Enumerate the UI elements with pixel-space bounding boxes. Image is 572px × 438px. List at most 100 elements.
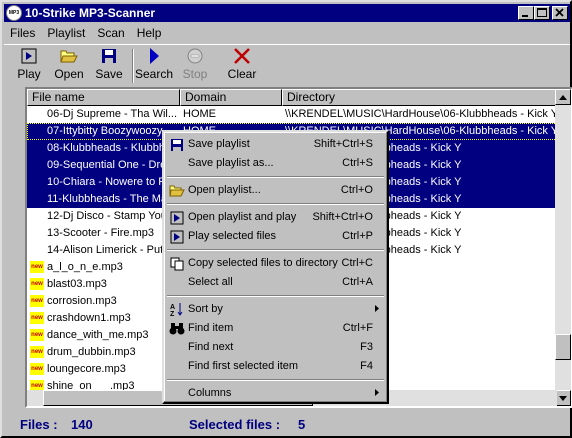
clear-button[interactable]: Clear [222,47,262,85]
menu-item-shortcut: Ctrl+C [341,257,373,269]
folder-open-icon [169,183,185,198]
open-play-icon [169,210,185,225]
stop-label: Stop [182,67,208,81]
file-name-text: drum_dubbin.mp3 [47,346,136,358]
column-header-domain[interactable]: Domain [180,89,282,106]
menu-item-find-item[interactable]: Find item Ctrl+F [166,319,385,338]
title-bar[interactable]: MP3 10-Strike MP3-Scanner [4,4,570,22]
file-name-cell: 10-Chiara - Nowere to R [30,174,180,191]
scroll-down-button[interactable] [555,390,571,406]
play-button[interactable]: Play [9,47,49,85]
menu-item-label: Open playlist... [188,184,261,196]
menu-item-copy-selected-files-to-directory[interactable]: Copy selected files to directory Ctrl+C [166,254,385,273]
menu-item-shortcut: Ctrl+S [342,157,373,169]
menu-item-open-playlist-and-play[interactable]: Open playlist and play Shift+Ctrl+O [166,208,385,227]
play-label: Play [17,67,41,81]
menu-item-label: Save playlist as... [188,157,274,169]
new-file-icon: new [30,295,44,308]
save-label: Save [95,67,123,81]
file-name-cell: new a_l_o_n_e.mp3 [30,259,180,276]
maximize-button[interactable] [534,6,550,20]
menu-playlist[interactable]: Playlist [41,26,91,40]
file-name-cell: new loungecore.mp3 [30,361,180,378]
copy-icon [169,256,185,271]
file-name-text: 12-Dj Disco - Stamp You [47,210,167,222]
vertical-scrollbar[interactable] [555,89,571,406]
new-file-icon: new [30,329,44,342]
file-name-cell: 07-Ittybitty Boozywoozy [30,123,180,140]
menu-item-play-selected-files[interactable]: Play selected files Ctrl+P [166,227,385,246]
menu-separator [167,249,384,251]
submenu-arrow-icon [375,384,379,403]
menu-item-sort-by[interactable]: A Z Sort by [166,300,385,319]
app-icon[interactable]: MP3 [6,5,22,21]
save-button[interactable]: Save [89,47,129,85]
floppy-icon [100,47,118,65]
menu-bar: Files Playlist Scan Help [4,23,570,42]
menu-item-label: Open playlist and play [188,211,297,223]
menu-separator [167,203,384,205]
file-name-text: 08-Klubbheads - Klubbh [47,142,166,154]
menu-item-save-playlist-as[interactable]: Save playlist as... Ctrl+S [166,154,385,173]
file-name-cell: 13-Scooter - Fire.mp3 [30,225,180,242]
svg-text:Z: Z [170,311,175,317]
file-name-text: 14-Alison Limerick - Put [47,244,164,256]
search-arrow-icon [145,47,163,65]
new-file-icon: new [30,363,44,376]
files-count-label: Files : [20,416,58,432]
menu-item-save-playlist[interactable]: Save playlist Shift+Ctrl+S [166,135,385,154]
clear-x-icon [233,47,251,65]
svg-text:A: A [170,304,175,311]
file-name-text: a_l_o_n_e.mp3 [47,261,123,273]
binoculars-icon [169,321,185,336]
close-button[interactable] [552,6,568,20]
search-button[interactable]: Search [134,47,174,85]
menu-item-label: Copy selected files to directory [188,257,338,269]
file-name-text: 10-Chiara - Nowere to R [47,176,167,188]
file-name-cell: new blast03.mp3 [30,276,180,293]
menu-item-label: Sort by [188,303,223,315]
play-icon [169,229,185,244]
main-window: MP3 10-Strike MP3-Scanner Files Playlist… [0,0,572,438]
folder-open-icon [60,47,78,65]
file-name-text: 13-Scooter - Fire.mp3 [47,227,154,239]
minimize-button[interactable] [518,6,534,20]
menu-item-label: Columns [188,387,232,399]
menu-files[interactable]: Files [4,26,41,40]
stop-button[interactable]: Stop [175,47,215,85]
file-name-text: crashdown1.mp3 [47,312,131,324]
column-header-filename[interactable]: File name [27,89,180,106]
files-count-value: 140 [71,416,93,432]
up-arrow-icon [559,94,567,100]
file-name-text: loungecore.mp3 [47,363,126,375]
menu-item-find-next[interactable]: Find next F3 [166,338,385,357]
down-arrow-icon [559,395,567,401]
vertical-scroll-thumb[interactable] [555,334,571,360]
table-row[interactable]: 06-Dj Supreme - Tha Wil... HOME \\KRENDEL\… [27,106,557,123]
scroll-up-button[interactable] [555,89,571,105]
menu-item-shortcut: F3 [360,341,373,353]
column-header-directory[interactable]: Directory [282,89,557,106]
menu-help[interactable]: Help [131,26,168,40]
menu-item-find-first-selected-item[interactable]: Find first selected item F4 [166,357,385,376]
file-name-text: 07-Ittybitty Boozywoozy [47,125,163,137]
menu-item-label: Find first selected item [188,360,299,372]
floppy-icon [169,137,185,152]
open-button[interactable]: Open [49,47,89,85]
toolbar: Play Open Save Search Stop Clear [4,44,570,86]
selected-files-value: 5 [298,416,306,432]
domain-cell: HOME [183,108,216,120]
file-name-text: 06-Dj Supreme - Tha Wil... [47,108,178,120]
menu-scan[interactable]: Scan [91,26,130,40]
clear-label: Clear [227,67,257,81]
menu-item-label: Find next [188,341,234,353]
directory-cell: \\KRENDEL\MUSIC\HardHouse\06-Klubbheads … [285,108,557,120]
file-name-text: dance_with_me.mp3 [47,329,149,341]
new-file-icon: new [30,312,44,325]
menu-item-label: Play selected files [188,230,277,242]
menu-item-open-playlist[interactable]: Open playlist... Ctrl+O [166,181,385,200]
menu-item-select-all[interactable]: Select all Ctrl+A [166,273,385,292]
menu-item-columns[interactable]: Columns [166,384,385,403]
file-name-cell: new corrosion.mp3 [30,293,180,310]
file-name-cell: 14-Alison Limerick - Put [30,242,180,259]
